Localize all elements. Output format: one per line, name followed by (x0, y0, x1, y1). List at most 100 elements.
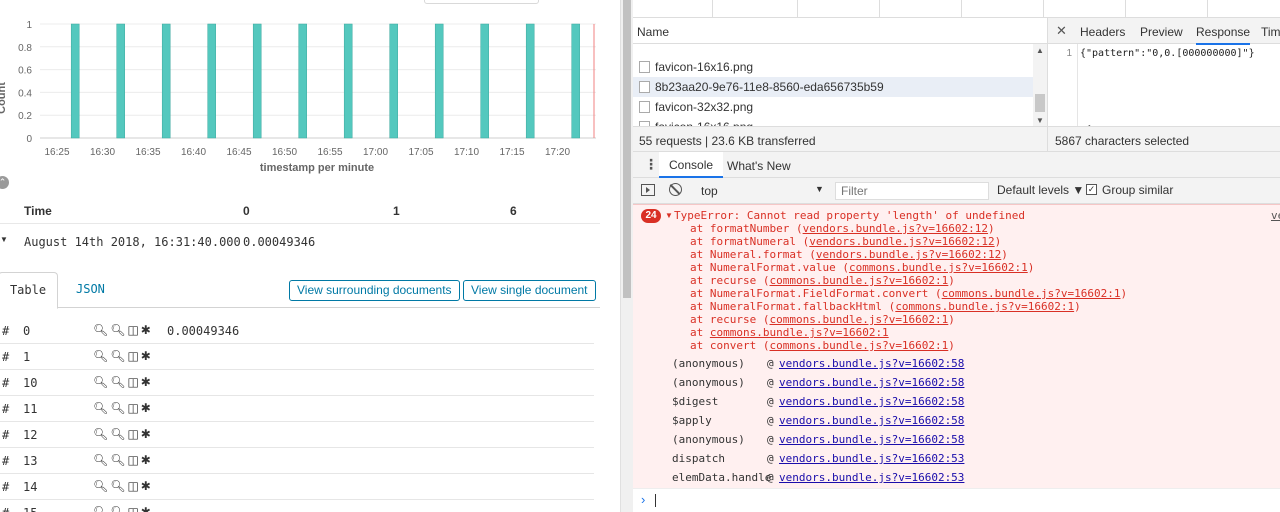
tab-table[interactable]: Table (0, 272, 58, 309)
tab-preview[interactable]: Preview (1140, 25, 1183, 39)
request-checkbox[interactable] (639, 61, 650, 73)
view-surrounding-button[interactable]: View surrounding documents (289, 280, 460, 301)
col-0[interactable]: 0 (243, 204, 250, 218)
frame-link[interactable]: commons.bundle.js?v=16602:1 (895, 300, 1074, 313)
field-type-icon: # (2, 324, 10, 338)
field-type-icon: # (2, 454, 10, 468)
console-filter-input[interactable] (835, 182, 989, 200)
frame-link[interactable]: vendors.bundle.js?v=16602:58 (779, 357, 964, 370)
field-name: 15 (23, 506, 37, 512)
tab-whats-new[interactable]: What's New (727, 159, 791, 173)
frame-link[interactable]: commons.bundle.js?v=16602:1 (942, 287, 1121, 300)
dropdown-arrow-icon: ▼ (815, 184, 824, 194)
frame-link[interactable]: vendors.bundle.js?v=16602:58 (779, 395, 964, 408)
x-tick-label: 16:40 (181, 147, 206, 158)
chart-bar[interactable] (571, 23, 580, 139)
x-tick-label: 16:30 (90, 147, 115, 158)
interval-select[interactable] (424, 0, 539, 4)
group-similar-label: Group similar (1102, 183, 1174, 197)
scroll-up-icon[interactable]: ▲ (1036, 46, 1044, 55)
scrollbar-thumb[interactable] (623, 0, 631, 298)
context-select[interactable]: top ▼ (697, 182, 827, 200)
field-row: #10 🔍︎🔍︎◫✱ (0, 370, 594, 396)
pane-scrollbar[interactable] (620, 0, 633, 512)
request-row[interactable]: favicon-32x32.png (633, 97, 1033, 117)
frame-link[interactable]: vendors.bundle.js?v=16602:58 (779, 433, 964, 446)
field-actions-icons[interactable]: 🔍︎🔍︎◫✱ (93, 375, 153, 389)
frame-link[interactable]: vendors.bundle.js?v=16602:53 (779, 471, 964, 484)
request-list-scrollbar[interactable]: ▲ ▼ (1033, 44, 1047, 126)
frame-prefix: at formatNumber ( (690, 222, 803, 235)
chart-bar[interactable] (252, 23, 262, 139)
frame-function: elemData.handle (672, 471, 772, 484)
field-name: 12 (23, 428, 38, 442)
clear-console-icon[interactable] (669, 183, 682, 196)
response-body[interactable]: {"pattern":"0,0.[000000000]"} (1080, 48, 1255, 59)
scroll-down-icon[interactable]: ▼ (1036, 116, 1044, 125)
drawer-menu-icon[interactable]: ⋮ (644, 156, 658, 173)
request-name: favicon-16x16.png (655, 60, 754, 74)
field-actions-icons[interactable]: 🔍︎🔍︎◫✱ (93, 427, 153, 441)
chart-bar[interactable] (525, 23, 535, 139)
selection-summary: 5867 characters selected (1055, 134, 1190, 148)
chart-bar[interactable] (389, 23, 398, 139)
request-row-partial (633, 44, 1033, 57)
frame-link[interactable]: vendors.bundle.js?v=16602:58 (779, 414, 964, 427)
tab-headers[interactable]: Headers (1080, 25, 1125, 39)
request-row[interactable]: 8b23aa20-9e76-11e8-8560-eda656735b59 (633, 77, 1033, 97)
tab-console[interactable]: Console (659, 152, 724, 178)
chart-bar[interactable] (480, 23, 489, 139)
col-1[interactable]: 1 (393, 204, 400, 218)
frame-suffix: ) (948, 274, 955, 287)
log-levels-dropdown[interactable]: Default levels ▼ (997, 183, 1084, 197)
frame-link[interactable]: vendors.bundle.js?v=16602:12 (803, 222, 988, 235)
chart-bar[interactable] (343, 23, 353, 139)
tab-response[interactable]: Response (1196, 25, 1251, 45)
col-time[interactable]: Time (24, 204, 52, 218)
tab-timing[interactable]: Tim (1261, 25, 1280, 39)
frame-link[interactable]: vendors.bundle.js?v=16602:12 (809, 235, 994, 248)
request-checkbox[interactable] (639, 101, 650, 113)
frame-link[interactable]: vendors.bundle.js?v=16602:12 (816, 248, 1001, 261)
x-tick-label: 16:35 (135, 147, 160, 158)
sidebar-toggle-icon[interactable] (641, 184, 655, 196)
network-timeline-strip (633, 0, 1280, 18)
prompt-caret-icon: › (641, 492, 646, 507)
group-similar-checkbox[interactable]: ✓ (1086, 184, 1097, 195)
chart-bar[interactable] (298, 23, 307, 139)
request-row[interactable]: favicon-16x16.png (633, 57, 1033, 77)
field-actions-icons[interactable]: 🔍︎🔍︎◫✱ (93, 323, 153, 337)
field-actions-icons[interactable]: 🔍︎🔍︎◫✱ (93, 453, 153, 467)
network-name-header[interactable]: Name (633, 18, 1047, 44)
frame-link[interactable]: commons.bundle.js?v=16602:1 (710, 326, 889, 339)
col-6[interactable]: 6 (510, 204, 517, 218)
scrollbar-thumb[interactable] (1035, 94, 1045, 112)
frame-link[interactable]: vendors.bundle.js?v=16602:53 (779, 452, 964, 465)
doc-table-row[interactable]: August 14th 2018, 16:31:40.000 0.0004934… (0, 226, 600, 256)
chart-bar[interactable] (116, 23, 125, 139)
frame-link[interactable]: vendors.bundle.js?v=16602:58 (779, 376, 964, 389)
tab-json[interactable]: JSON (76, 272, 105, 308)
expand-caret-icon[interactable]: ▼ (665, 211, 673, 220)
close-icon[interactable]: ✕ (1056, 23, 1067, 39)
request-checkbox[interactable] (639, 81, 650, 93)
error-source-link[interactable]: ve (1271, 209, 1280, 222)
console-prompt[interactable]: › (633, 488, 1280, 512)
view-single-button[interactable]: View single document (463, 280, 596, 301)
chart-bar[interactable] (207, 23, 216, 139)
field-actions-icons[interactable]: 🔍︎🔍︎◫✱ (93, 401, 153, 415)
chart-bar[interactable] (161, 23, 171, 139)
frame-link[interactable]: commons.bundle.js?v=16602:1 (769, 274, 948, 287)
chart-bar[interactable] (70, 23, 80, 139)
field-actions-icons[interactable]: 🔍︎🔍︎◫✱ (93, 479, 153, 493)
frame-link[interactable]: commons.bundle.js?v=16602:1 (769, 339, 948, 352)
request-row[interactable]: favicon-16x16.png (633, 117, 1033, 126)
frame-link[interactable]: commons.bundle.js?v=16602:1 (769, 313, 948, 326)
collapse-chart-icon[interactable]: ⌃ (0, 176, 9, 189)
field-actions-icons[interactable]: 🔍︎🔍︎◫✱ (93, 505, 153, 512)
field-actions-icons[interactable]: 🔍︎🔍︎◫✱ (93, 349, 153, 363)
frame-prefix: at Numeral.format ( (690, 248, 816, 261)
frame-link[interactable]: commons.bundle.js?v=16602:1 (849, 261, 1028, 274)
chart-bar[interactable] (434, 23, 444, 139)
drawer-tabs: ⋮ Console What's New (633, 152, 1280, 178)
